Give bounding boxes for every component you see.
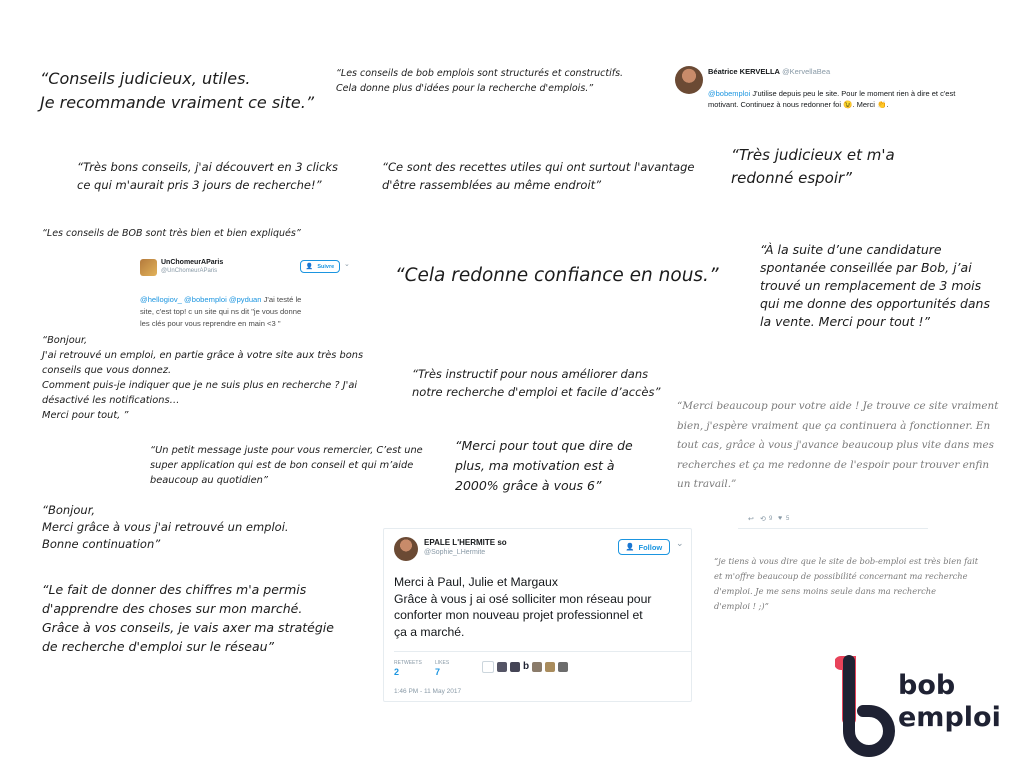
avatar <box>394 537 418 561</box>
add-user-icon: 👤 <box>625 544 635 551</box>
tweet-text: Merci à Paul, Julie et Margaux Grâce à v… <box>394 575 652 639</box>
tweet-epale-lhermite: EPALE L'HERMITE so @Sophie_LHermite 👤 Fol… <box>383 528 692 702</box>
retweets-count[interactable]: 2 <box>394 667 399 677</box>
quote-tres-judicieux: “Très judicieux et m'a redonné espoir” <box>731 146 895 187</box>
tweet-author-handle[interactable]: @Sophie_LHermite <box>424 549 485 556</box>
quote-candidature-spontanee: “À la suite d’une candidature spontanée … <box>760 242 990 329</box>
tweet-timestamp[interactable]: 1:46 PM - 11 May 2017 <box>394 688 461 695</box>
quote-petit-message: “Un petit message juste pour vous remerc… <box>150 445 423 486</box>
avatar[interactable] <box>545 662 556 672</box>
quote-recettes-utiles: “Ce sont des recettes utiles qui ont sur… <box>382 160 695 192</box>
quote-redonne-confiance: “Cela redonne confiance en nous.” <box>395 265 719 286</box>
reply-icon[interactable]: ↩ <box>748 515 754 523</box>
avatar[interactable] <box>482 661 494 673</box>
avatar[interactable] <box>497 662 507 672</box>
tweet-author-name[interactable]: UnChomeurAParis <box>161 259 223 266</box>
divider <box>394 651 691 652</box>
like-icon[interactable]: ♥ <box>778 515 782 522</box>
follow-button[interactable]: 👤 Suivre <box>300 260 340 273</box>
tweet-unchomeuraparis: UnChomeurAParis @UnChomeurAParis 👤 Suivre… <box>140 257 352 328</box>
retweet-icon[interactable]: ⟲ <box>760 515 766 523</box>
like-count: 5 <box>786 516 790 522</box>
likes-count[interactable]: 7 <box>435 667 440 677</box>
bob-emploi-logo: bob emploi <box>835 655 1005 765</box>
quote-tres-bons-conseils: “Très bons conseils, j'ai découvert en 3… <box>77 160 338 192</box>
likes-label: LIKES <box>435 660 450 666</box>
follow-button[interactable]: 👤 Follow <box>618 539 670 555</box>
likers-avatars: b <box>482 661 569 673</box>
chevron-down-icon[interactable]: ⌄ <box>676 538 684 549</box>
tweet-action-bar: ↩ ⟲ 9 ♥ 5 <box>738 514 928 529</box>
tweet-author-handle[interactable]: @UnChomeurAParis <box>161 268 217 274</box>
bob-emploi-icon[interactable]: b <box>523 662 529 672</box>
quote-conseils-judicieux: “Conseils judicieux, utiles. Je recomman… <box>40 69 315 112</box>
quote-merci-beaucoup-aide: “Merci beaucoup pour votre aide ! Je tro… <box>677 400 999 490</box>
quote-bonjour-retrouve-emploi: “Bonjour, J'ai retrouvé un emploi, en pa… <box>42 335 364 421</box>
quote-donner-des-chiffres: “Le fait de donner des chiffres m'a perm… <box>42 582 334 654</box>
tweet-author-name[interactable]: Béatrice KERVELLA <box>708 67 780 76</box>
logo-text-bob: bob <box>898 670 956 701</box>
follow-label: Follow <box>638 542 663 552</box>
tweet-author-handle[interactable]: @KervellaBea <box>782 67 830 76</box>
retweets-label: RETWEETS <box>394 660 422 666</box>
add-user-icon: 👤 <box>305 264 314 270</box>
bob-emploi-logo-mark <box>835 655 895 757</box>
tweet-mention[interactable]: @bobemploi <box>708 89 750 98</box>
tweet-author-name[interactable]: EPALE L'HERMITE so <box>424 538 507 547</box>
avatar[interactable] <box>558 662 569 672</box>
retweet-count: 9 <box>769 516 773 522</box>
quote-bonjour-merci: “Bonjour, Merci grâce à vous j'ai retrou… <box>42 503 289 551</box>
quote-bob-emplois-structures: “Les conseils de bob emplois sont struct… <box>336 68 624 94</box>
quote-merci-pour-tout: “Merci pour tout que dire de plus, ma mo… <box>455 438 633 493</box>
chevron-down-icon[interactable]: ⌄ <box>344 260 350 268</box>
avatar[interactable] <box>532 662 543 672</box>
quote-conseils-bob-expliques: “Les conseils de BOB sont très bien et b… <box>42 228 301 239</box>
quote-tres-instructif: “Très instructif pour nous améliorer dan… <box>412 367 661 399</box>
follow-label: Suivre <box>317 263 335 270</box>
quote-site-tres-bien-fait: “je tiens à vous dire que le site de bob… <box>714 556 979 611</box>
avatar <box>675 66 703 94</box>
tweet-mentions[interactable]: @hellogiov_ @bobemploi @pyduan <box>140 295 262 304</box>
logo-text-emploi: emploi <box>898 702 1001 733</box>
avatar <box>140 259 157 276</box>
avatar[interactable] <box>510 662 520 672</box>
tweet-beatrice: Béatrice KERVELLA @KervellaBea @bobemplo… <box>675 66 985 109</box>
